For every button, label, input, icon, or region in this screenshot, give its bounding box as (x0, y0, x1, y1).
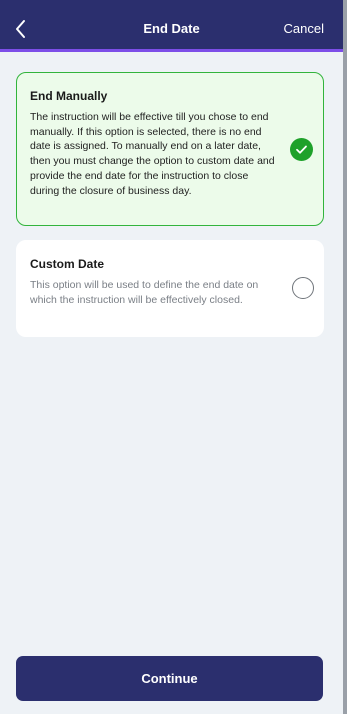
check-icon (296, 145, 307, 154)
window-edge (343, 0, 347, 714)
continue-button[interactable]: Continue (16, 656, 323, 701)
cancel-button[interactable]: Cancel (284, 20, 324, 38)
option-title: End Manually (30, 89, 108, 103)
option-description: The instruction will be effective till y… (30, 111, 275, 197)
radio-selected-check[interactable] (290, 138, 313, 161)
option-title: Custom Date (30, 257, 105, 271)
header-bar: End Date Cancel (0, 0, 343, 52)
option-custom-date[interactable]: Custom Date This option will be used to … (16, 240, 324, 337)
radio-unselected[interactable] (292, 277, 314, 299)
option-end-manually[interactable]: End Manually The instruction will be eff… (16, 72, 324, 226)
end-date-screen: End Date Cancel End Manually The instruc… (0, 0, 343, 714)
option-description: This option will be used to define the e… (30, 279, 259, 306)
